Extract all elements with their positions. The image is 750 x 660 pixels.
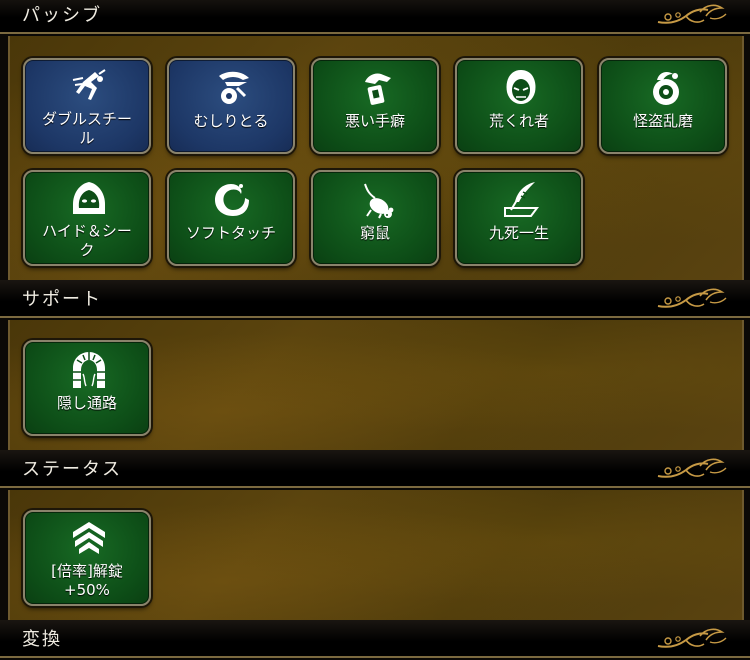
skill-warui-tekuse[interactable]: 悪い手癖 (311, 58, 439, 154)
skill-kyuso[interactable]: 窮鼠 (311, 170, 439, 266)
crescent-curl-icon (215, 184, 249, 216)
skill-label: [倍率]解錠 +50% (51, 562, 123, 599)
skill-hide-and-seek[interactable]: ハイド＆シーク (23, 170, 151, 266)
treasure-bag-icon (653, 72, 679, 105)
skill-label: ハイド＆シーク (42, 222, 132, 259)
chevron-rank-up-icon (73, 522, 105, 554)
section-header-support: サポート (0, 280, 750, 318)
skill-label: ソフトタッチ (185, 224, 276, 242)
skill-kyushi-issho[interactable]: 九死一生 (455, 170, 583, 266)
stone-archway-icon (73, 352, 105, 388)
flourish-ornament-icon (657, 4, 727, 24)
skill-unlock-rate[interactable]: [倍率]解錠 +50% (23, 510, 151, 606)
mouse-icon (364, 183, 394, 219)
skill-label: 怪盗乱磨 (632, 112, 693, 130)
skill-arakuremono[interactable]: 荒くれ者 (455, 58, 583, 154)
hooded-face-icon (506, 70, 536, 104)
section-title: ステータス (22, 459, 122, 480)
section-title: 変換 (22, 629, 62, 650)
skill-label: 荒くれ者 (488, 112, 549, 130)
skill-soft-touch[interactable]: ソフトタッチ (167, 170, 295, 266)
feather-quill-icon (504, 182, 539, 217)
flourish-ornament-icon (657, 458, 727, 478)
skill-label: 九死一生 (488, 224, 549, 242)
flourish-ornament-icon (657, 288, 727, 308)
hood-eyes-icon (73, 182, 105, 214)
section-header-passive: パッシブ (0, 0, 750, 34)
skill-label: ダブルスチール (41, 110, 132, 147)
skill-double-steal[interactable]: ダブルスチール (23, 58, 151, 154)
claw-grab-icon (219, 71, 249, 104)
skill-label: 隠し通路 (56, 394, 117, 412)
section-title: パッシブ (22, 5, 102, 26)
skill-label: 悪い手癖 (344, 112, 405, 130)
skill-label: むしりとる (193, 112, 269, 130)
skill-kaitou-ranma[interactable]: 怪盗乱磨 (599, 58, 727, 154)
section-header-status: ステータス (0, 450, 750, 488)
section-header-conversion: 変換 (0, 620, 750, 658)
flourish-ornament-icon (657, 628, 727, 648)
skill-mushiritoru[interactable]: むしりとる (167, 58, 295, 154)
skill-hidden-passage[interactable]: 隠し通路 (23, 340, 151, 436)
section-title: サポート (22, 289, 102, 310)
skill-label: 窮鼠 (359, 224, 390, 242)
running-thief-icon (72, 69, 106, 100)
grabbing-hand-icon (365, 73, 391, 105)
